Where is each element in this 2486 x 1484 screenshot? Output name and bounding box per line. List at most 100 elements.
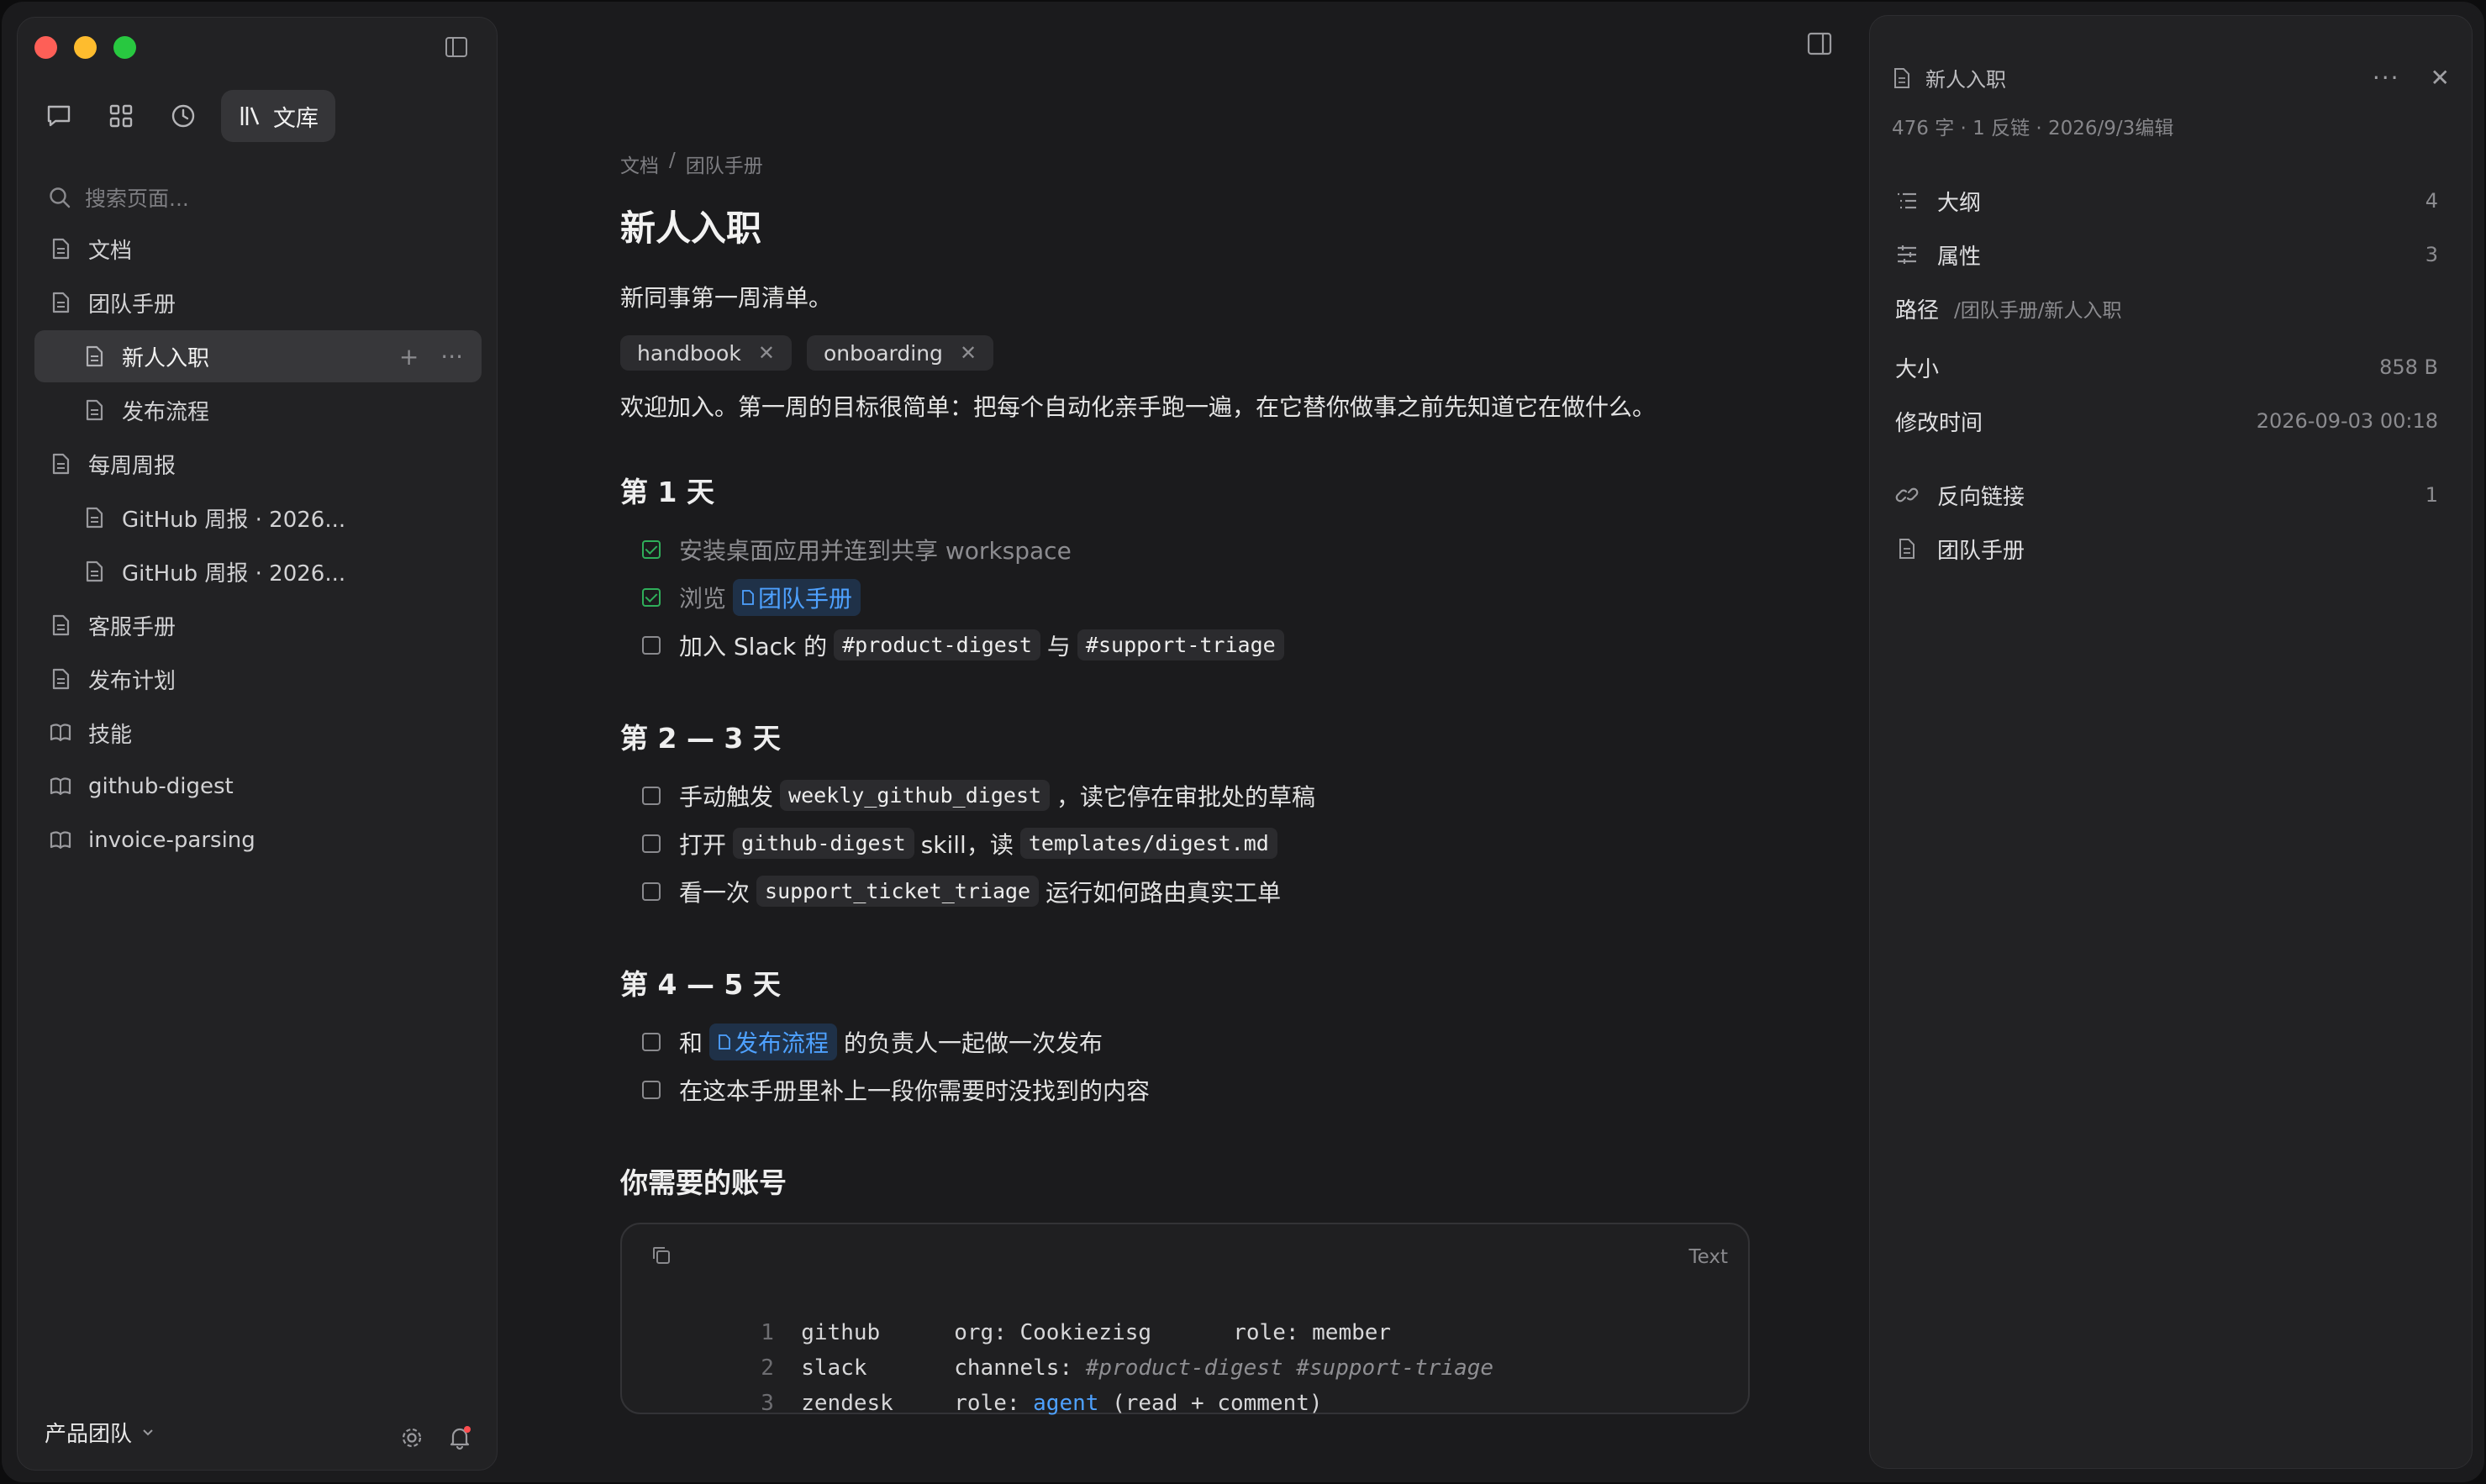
task-text[interactable]: 的负责人一起做一次发布 xyxy=(844,1025,1103,1059)
tree-item-github-weekly-2[interactable]: GitHub 周报 · 2026... xyxy=(34,545,482,597)
search-placeholder: 搜索页面... xyxy=(85,187,189,211)
page-link[interactable]: 团队手册 xyxy=(733,578,861,616)
workspace-switcher[interactable]: 产品团队 xyxy=(45,1417,155,1448)
tree-item-invoice-parsing[interactable]: invoice-parsing xyxy=(34,814,482,866)
breadcrumb-item[interactable]: 文档 xyxy=(620,150,659,178)
inline-code: templates/digest.md xyxy=(1019,828,1277,859)
section-heading[interactable]: 第 1 天 xyxy=(620,470,1755,510)
code-block[interactable]: Text 1 github org: Cookiezisg role: member … xyxy=(620,1223,1750,1416)
tree-item-onboarding[interactable]: 新人入职 + ··· xyxy=(34,330,482,382)
modified-row: 修改时间 2026-09-03 00:18 xyxy=(1895,394,2438,448)
task-text[interactable]: 手动触发 xyxy=(679,779,773,813)
sidebar-tabs: 文库 xyxy=(34,90,335,142)
inline-code: weekly_github_digest xyxy=(780,780,1051,811)
tag[interactable]: onboarding ✕ xyxy=(806,335,994,371)
intro-paragraph[interactable]: 欢迎加入。第一周的目标很简单：把每个自动化亲手跑一遍，在它替你做事之前先知道它在… xyxy=(620,389,1755,423)
tab-history[interactable] xyxy=(159,92,208,140)
tree-item-team-handbook[interactable]: 团队手册 xyxy=(34,276,482,329)
page-icon xyxy=(742,589,754,605)
zoom-window-button[interactable] xyxy=(113,36,136,59)
properties-row[interactable]: 属性 3 xyxy=(1895,228,2438,282)
tree-item-label: 发布计划 xyxy=(88,668,176,694)
tab-chat[interactable] xyxy=(34,92,83,140)
section-heading[interactable]: 第 4 — 5 天 xyxy=(620,962,1755,1002)
task-item: 在这本手册里补上一段你需要时没找到的内容 xyxy=(642,1066,1755,1113)
task-text[interactable]: 安装桌面应用并连到共享 workspace xyxy=(679,533,1072,566)
modified-label: 修改时间 xyxy=(1895,410,1983,436)
minimize-window-button[interactable] xyxy=(74,36,97,59)
section-heading[interactable]: 第 2 — 3 天 xyxy=(620,716,1755,756)
task-text[interactable]: 和 xyxy=(679,1025,703,1059)
tab-library[interactable]: 文库 xyxy=(221,90,335,142)
page-icon xyxy=(52,238,70,260)
properties-count: 3 xyxy=(2425,243,2438,266)
task-checkbox[interactable] xyxy=(642,587,661,607)
path-row: 路径 /团队手册/新人入职 xyxy=(1895,282,2438,335)
tree-item-release-plan[interactable]: 发布计划 xyxy=(34,653,482,705)
add-subpage-button[interactable]: + xyxy=(399,343,419,371)
tab-apps[interactable] xyxy=(97,92,145,140)
list-icon xyxy=(1898,192,1916,209)
page-icon xyxy=(86,399,103,421)
tree-item-weekly[interactable]: 每周周报 xyxy=(34,438,482,490)
breadcrumb-item[interactable]: 团队手册 xyxy=(686,150,763,178)
page-link[interactable]: 发布流程 xyxy=(709,1023,838,1060)
right-panel-toggle-icon[interactable] xyxy=(1807,32,1832,55)
tree-item-skills[interactable]: 技能 xyxy=(34,707,482,759)
tree-item-github-digest[interactable]: github-digest xyxy=(34,760,482,813)
outline-row[interactable]: 大纲 4 xyxy=(1895,174,2438,228)
task-checkbox[interactable] xyxy=(642,539,661,559)
page-title[interactable]: 新人入职 xyxy=(620,200,1755,251)
copy-icon[interactable] xyxy=(650,1245,672,1270)
gear-icon[interactable] xyxy=(399,1425,424,1450)
breadcrumb: 文档 / 团队手册 xyxy=(620,150,1755,178)
task-checkbox[interactable] xyxy=(642,635,661,655)
tree-item-github-weekly-1[interactable]: GitHub 周报 · 2026... xyxy=(34,492,482,544)
close-window-button[interactable] xyxy=(34,36,57,59)
search-input[interactable]: 搜索页面... xyxy=(48,182,189,213)
path-label: 路径 xyxy=(1895,297,1940,324)
section-heading[interactable]: 你需要的账号 xyxy=(620,1160,1755,1201)
page-subtitle[interactable]: 新同事第一周清单。 xyxy=(620,280,1755,313)
sidebar: 文库 搜索页面... 文档 团队手册 新人入职 + ··· 发布流程 每周周报 … xyxy=(17,17,498,1471)
task-checkbox[interactable] xyxy=(642,786,661,805)
task-checkbox[interactable] xyxy=(642,834,661,853)
task-text[interactable]: 看一次 xyxy=(679,875,750,908)
task-text[interactable]: skill，读 xyxy=(921,827,1014,860)
more-options-icon[interactable]: ··· xyxy=(2373,64,2400,92)
more-options-button[interactable]: ··· xyxy=(440,343,463,371)
backlinks-row[interactable]: 反向链接 1 xyxy=(1895,468,2438,522)
code-language[interactable]: Text xyxy=(1688,1246,1728,1268)
backlink-item[interactable]: 团队手册 xyxy=(1895,522,2438,576)
code-token: role: xyxy=(954,1391,1034,1416)
task-text[interactable]: 在这本手册里补上一段你需要时没找到的内容 xyxy=(679,1073,1150,1107)
size-label: 大小 xyxy=(1895,356,1940,382)
bell-icon[interactable] xyxy=(446,1424,473,1451)
task-list: 和 发布流程 的负责人一起做一次发布 在这本手册里补上一段你需要时没找到的内容 xyxy=(642,1018,1755,1113)
path-value[interactable]: /团队手册/新人入职 xyxy=(1954,294,2122,323)
tree-item-label: GitHub 周报 · 2026... xyxy=(122,507,346,533)
remove-tag-icon[interactable]: ✕ xyxy=(758,341,775,365)
tree-item-label: 新人入职 xyxy=(122,345,210,371)
tree-item-support-handbook[interactable]: 客服手册 xyxy=(34,599,482,651)
close-icon[interactable]: ✕ xyxy=(2431,64,2450,92)
task-text[interactable]: 与 xyxy=(1047,629,1071,662)
inline-code: #support-triage xyxy=(1077,629,1284,660)
page-icon xyxy=(52,668,70,690)
page-icon xyxy=(719,1034,730,1050)
task-checkbox[interactable] xyxy=(642,881,661,901)
tree-item-release-process[interactable]: 发布流程 xyxy=(34,384,482,436)
library-icon xyxy=(240,107,260,125)
task-text[interactable]: 浏览 xyxy=(679,581,726,614)
task-checkbox[interactable] xyxy=(642,1032,661,1051)
task-text[interactable]: 打开 xyxy=(679,827,726,860)
task-checkbox[interactable] xyxy=(642,1080,661,1099)
task-text[interactable]: 运行如何路由真实工单 xyxy=(1045,875,1281,908)
tree-item-docs[interactable]: 文档 xyxy=(34,223,482,275)
task-text[interactable]: 加入 Slack 的 xyxy=(679,629,827,662)
remove-tag-icon[interactable]: ✕ xyxy=(960,341,977,365)
sidebar-toggle-icon[interactable] xyxy=(445,36,468,58)
task-text[interactable]: ，读它停在审批处的草稿 xyxy=(1056,779,1315,813)
tag[interactable]: handbook ✕ xyxy=(620,335,792,371)
tree-item-label: invoice-parsing xyxy=(88,828,255,853)
